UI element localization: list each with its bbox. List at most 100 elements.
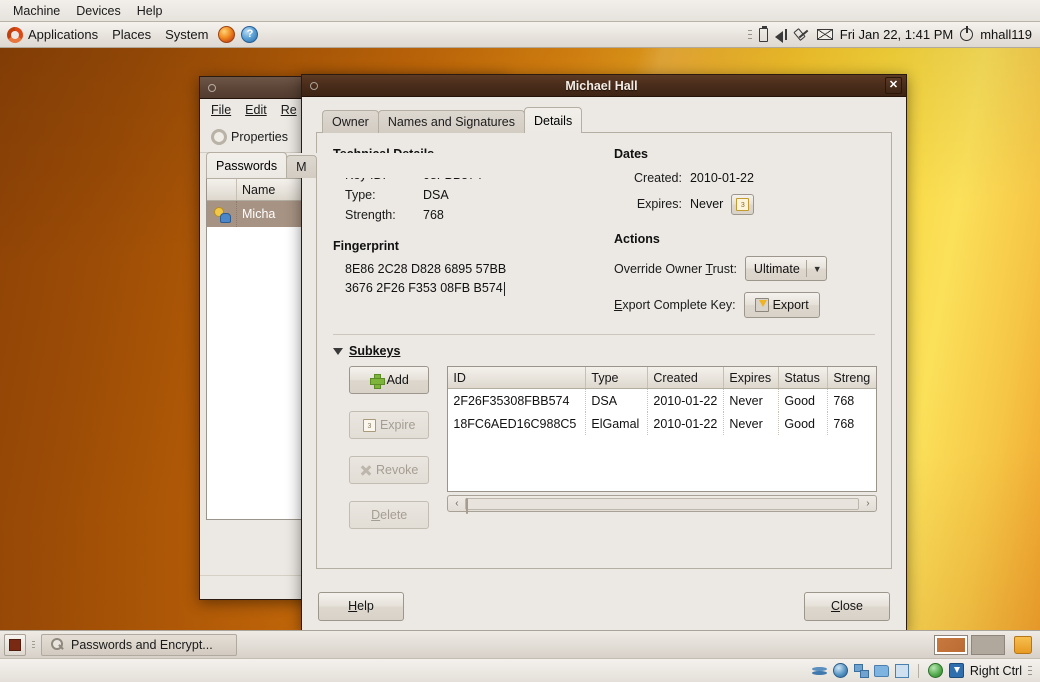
virtualbox-statusbar: Right Ctrl	[0, 658, 1040, 682]
cell-type: DSA	[586, 389, 648, 412]
export-button[interactable]: Export	[744, 292, 820, 318]
window-menu-icon[interactable]	[208, 84, 216, 92]
keys-col-icon[interactable]	[207, 179, 237, 200]
table-row[interactable]: 18FC6AED16C988C5 ElGamal 2010-01-22 Neve…	[448, 412, 876, 435]
type-value: DSA	[423, 188, 614, 202]
dates-actions-group: Dates Created: 2010-01-22 Expires: Never…	[614, 147, 875, 318]
subkeys-expander[interactable]: Subkeys	[333, 344, 875, 358]
resize-grip-icon[interactable]	[1028, 665, 1032, 677]
system-menu[interactable]: System	[158, 24, 215, 45]
scrollbar-thumb[interactable]	[466, 498, 468, 514]
firefox-icon	[218, 26, 235, 43]
network-icon[interactable]	[796, 28, 810, 41]
expire-subkey-button[interactable]: 3 Expire	[349, 411, 429, 439]
scroll-right-icon[interactable]: ›	[861, 498, 874, 509]
subkeys-horizontal-scrollbar[interactable]: ‹ ›	[447, 495, 877, 512]
row-icon-cell	[207, 201, 237, 227]
menu-edit[interactable]: Edit	[238, 101, 274, 119]
key-search-icon	[50, 637, 65, 652]
expires-date-button[interactable]: 3	[731, 194, 754, 215]
col-strength-label: Streng	[833, 371, 870, 385]
shared-folder-icon[interactable]	[874, 665, 889, 677]
network-icon[interactable]	[854, 664, 868, 677]
owner-trust-value: Ultimate	[754, 262, 800, 276]
help-button[interactable]: Help	[318, 592, 404, 621]
scroll-left-icon[interactable]: ‹	[450, 498, 463, 509]
delete-subkey-button[interactable]: Delete	[349, 501, 429, 529]
cell-strength-label: 768	[833, 417, 854, 431]
workspace-1[interactable]	[934, 635, 968, 655]
tab-my-keys[interactable]: M	[286, 155, 316, 178]
col-created-label: Created	[653, 371, 697, 385]
tab-details-label: Details	[534, 114, 572, 128]
strength-label: Strength:	[345, 208, 423, 222]
user-menu[interactable]: mhall119	[980, 27, 1032, 42]
power-icon[interactable]	[960, 28, 973, 41]
firefox-launcher[interactable]	[215, 23, 238, 46]
scrollbar-trough[interactable]	[465, 498, 859, 510]
task-button-passwords-and-keys[interactable]: Passwords and Encrypt...	[41, 634, 237, 656]
close-button[interactable]: Close	[804, 592, 890, 621]
applications-menu[interactable]: Applications	[0, 24, 105, 46]
export-button-label: Export	[773, 298, 809, 312]
gnome-bottom-panel: Passwords and Encrypt...	[0, 630, 1040, 658]
close-icon[interactable]: ✕	[885, 77, 902, 94]
table-row[interactable]: 2F26F35308FBB574 DSA 2010-01-22 Never	[448, 389, 876, 412]
col-type-label: Type	[591, 371, 618, 385]
created-value: 2010-01-22	[690, 171, 754, 185]
help-button-label: Help	[348, 599, 374, 613]
tab-owner[interactable]: Owner	[322, 110, 379, 133]
help-icon: ?	[241, 26, 258, 43]
properties-toolbar-button[interactable]: Properties	[206, 126, 293, 148]
menu-file-label: File	[211, 103, 231, 117]
cell-created: 2010-01-22	[648, 389, 724, 412]
vbox-menu-devices-label: Devices	[76, 4, 120, 18]
col-expires[interactable]: Expires	[724, 367, 779, 388]
mail-icon[interactable]	[817, 29, 833, 40]
fingerprint-line-2-wrap: 3676 2F26 F353 08FB B574	[345, 279, 614, 298]
vbox-menu-devices[interactable]: Devices	[69, 2, 127, 20]
dialog-titlebar[interactable]: Michael Hall ✕	[302, 75, 906, 97]
panel-tray: Fri Jan 22, 1:41 PM mhall119	[748, 27, 1040, 42]
show-desktop-button[interactable]	[4, 634, 26, 656]
close-button-label: Close	[831, 599, 863, 613]
fingerprint-heading: Fingerprint	[333, 239, 614, 253]
usb-icon[interactable]	[895, 664, 909, 678]
clock[interactable]: Fri Jan 22, 1:41 PM	[840, 27, 953, 42]
help-launcher[interactable]: ?	[238, 23, 261, 46]
workspace-2[interactable]	[971, 635, 1005, 655]
window-menu-icon[interactable]	[310, 82, 318, 90]
revoke-x-icon	[360, 464, 372, 476]
row-name-label: Micha	[242, 207, 275, 221]
col-strength[interactable]: Streng	[828, 367, 876, 388]
col-created[interactable]: Created	[648, 367, 724, 388]
subkeys-heading: Subkeys	[349, 344, 400, 358]
menu-file[interactable]: File	[204, 101, 238, 119]
revoke-subkey-button[interactable]: Revoke	[349, 456, 429, 484]
tab-details[interactable]: Details	[524, 107, 582, 133]
hard-disk-icon[interactable]	[812, 664, 827, 678]
combo-separator	[806, 260, 807, 277]
add-subkey-button[interactable]: Add	[349, 366, 429, 394]
trash-icon[interactable]	[1012, 634, 1034, 656]
subkeys-treeview[interactable]: ID Type Created Expires	[447, 366, 877, 492]
battery-icon[interactable]	[759, 28, 768, 42]
cell-status: Good	[779, 412, 828, 435]
workspace-switcher[interactable]	[934, 634, 1036, 656]
remote-display-icon[interactable]	[928, 663, 943, 678]
col-id[interactable]: ID	[448, 367, 586, 388]
cd-dvd-icon[interactable]	[833, 663, 848, 678]
cell-id-label: 2F26F35308FBB574	[453, 394, 569, 408]
fingerprint-value[interactable]: 8E86 2C28 D828 6895 57BB 3676 2F26 F353 …	[333, 260, 614, 298]
volume-icon[interactable]	[775, 28, 789, 41]
col-status[interactable]: Status	[779, 367, 828, 388]
places-menu[interactable]: Places	[105, 24, 158, 45]
subkeys-buttons: Add 3 Expire Revoke Delete	[349, 366, 429, 529]
vbox-menu-help[interactable]: Help	[130, 2, 170, 20]
tab-names-and-signatures[interactable]: Names and Signatures	[378, 110, 525, 133]
menu-remote[interactable]: Re	[274, 101, 304, 119]
owner-trust-select[interactable]: Ultimate ▼	[745, 256, 827, 281]
tab-passwords[interactable]: Passwords	[206, 152, 287, 178]
vbox-menu-machine[interactable]: Machine	[6, 2, 67, 20]
col-type[interactable]: Type	[586, 367, 648, 388]
